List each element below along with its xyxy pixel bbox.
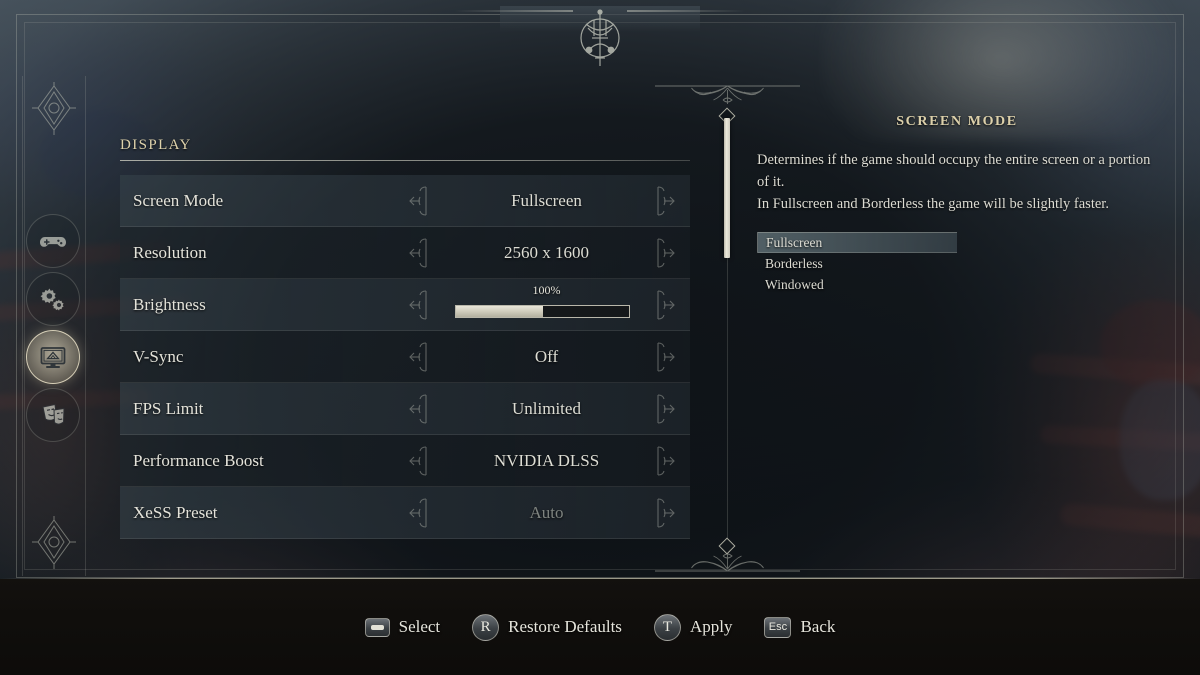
rail-ornament-bottom-icon [26, 512, 82, 574]
sidebar-item-audio[interactable] [26, 388, 80, 442]
rail-line-right [85, 76, 86, 576]
section-underline [120, 160, 690, 161]
decrement-arrow-icon[interactable] [406, 496, 432, 530]
settings-row-label: Performance Boost [133, 450, 264, 470]
settings-list: Screen Mode Fullscreen Resolution 2560 x 16… [120, 175, 690, 539]
description-paragraph: In Fullscreen and Borderless the game wi… [757, 196, 1109, 212]
enter-key[interactable] [364, 617, 390, 637]
settings-row[interactable]: Performance Boost NVIDIA DLSS [120, 435, 690, 487]
description-paragraph: Determines if the game should occupy the… [757, 152, 1151, 190]
settings-row-value[interactable]: Unlimited [403, 399, 690, 419]
slider-value-label: 100% [532, 282, 561, 297]
crest-wing-right [627, 10, 745, 12]
settings-row-value[interactable]: NVIDIA DLSS [403, 451, 690, 471]
option-item[interactable]: Fullscreen [757, 232, 957, 253]
page-title: DISPLAY [120, 137, 192, 153]
t-key[interactable]: T [653, 613, 681, 641]
slider-track[interactable] [455, 304, 630, 318]
sidebar-rail [22, 76, 86, 576]
r-key[interactable]: R [472, 613, 500, 641]
increment-arrow-icon[interactable] [652, 236, 678, 270]
settings-row-label: V-Sync [133, 346, 184, 366]
scrollbar-thumb[interactable] [724, 118, 730, 258]
description-panel: SCREEN MODE Determines if the game shoul… [757, 114, 1157, 215]
settings-row-value[interactable]: Off [403, 347, 690, 367]
settings-row-label: XeSS Preset [133, 502, 218, 522]
gamepad-icon [40, 237, 66, 247]
settings-row-value[interactable]: 2560 x 1600 [403, 243, 690, 263]
footer-hint[interactable]: Esc Back [764, 616, 836, 638]
settings-row-value[interactable]: Auto [403, 503, 690, 523]
game-settings-screen: DISPLAY Screen Mode Fullscreen Resolution 2… [0, 0, 1200, 675]
settings-row-label: FPS Limit [133, 398, 204, 418]
settings-row[interactable]: Screen Mode Fullscreen [120, 175, 690, 227]
decrement-arrow-icon[interactable] [406, 392, 432, 426]
settings-row-label: Screen Mode [133, 190, 224, 210]
settings-row[interactable]: V-Sync Off [120, 331, 690, 383]
crest-wing-left [455, 10, 573, 12]
description-body: Determines if the game should occupy the… [757, 149, 1157, 215]
rail-ornament-top-icon [26, 78, 82, 140]
settings-section-header: DISPLAY [120, 137, 690, 161]
rail-line-left [22, 76, 23, 576]
masks-icon [42, 403, 65, 425]
decrement-arrow-icon[interactable] [406, 236, 432, 270]
footer-hint-label: Restore Defaults [508, 617, 622, 636]
increment-arrow-icon[interactable] [652, 444, 678, 478]
monitor-icon [40, 347, 66, 368]
option-item[interactable]: Borderless [757, 253, 957, 274]
sidebar-item-display[interactable] [26, 330, 80, 384]
settings-row[interactable]: Brightness 100% [120, 279, 690, 331]
slider-fill [456, 305, 543, 317]
heraldic-crest-icon [572, 8, 628, 70]
footer-hint-label: Select [398, 617, 441, 636]
option-list: Fullscreen Borderless Windowed [757, 232, 957, 295]
decrement-arrow-icon[interactable] [406, 340, 432, 374]
settings-row-label: Resolution [133, 242, 207, 262]
option-item[interactable]: Windowed [757, 274, 957, 295]
description-title: SCREEN MODE [896, 114, 1018, 129]
increment-arrow-icon[interactable] [652, 340, 678, 374]
decrement-arrow-icon[interactable] [406, 444, 432, 478]
footer-hint-bar: Select R Restore Defaults T Apply Esc Back [0, 579, 1200, 675]
sidebar-item-general[interactable] [26, 272, 80, 326]
gears-icon [40, 288, 64, 311]
settings-row-value[interactable]: Fullscreen [403, 191, 690, 211]
settings-row[interactable]: XeSS Preset Auto [120, 487, 690, 539]
esc-key[interactable]: Esc [764, 616, 792, 638]
footer-hint-label: Apply [689, 617, 733, 636]
footer-hint[interactable]: R Restore Defaults [472, 613, 622, 641]
settings-row-label: Brightness [133, 294, 206, 314]
settings-row[interactable]: Resolution 2560 x 1600 [120, 227, 690, 279]
increment-arrow-icon[interactable] [652, 184, 678, 218]
increment-arrow-icon[interactable] [652, 392, 678, 426]
footer-hint[interactable]: T Apply [653, 613, 733, 641]
brightness-slider[interactable]: 100% [403, 282, 690, 325]
settings-row[interactable]: FPS Limit Unlimited [120, 383, 690, 435]
increment-arrow-icon[interactable] [652, 496, 678, 530]
footer-hint-label: Back [800, 617, 836, 636]
decrement-arrow-icon[interactable] [406, 184, 432, 218]
sidebar-item-controls[interactable] [26, 214, 80, 268]
footer-hint[interactable]: Select [364, 617, 441, 637]
